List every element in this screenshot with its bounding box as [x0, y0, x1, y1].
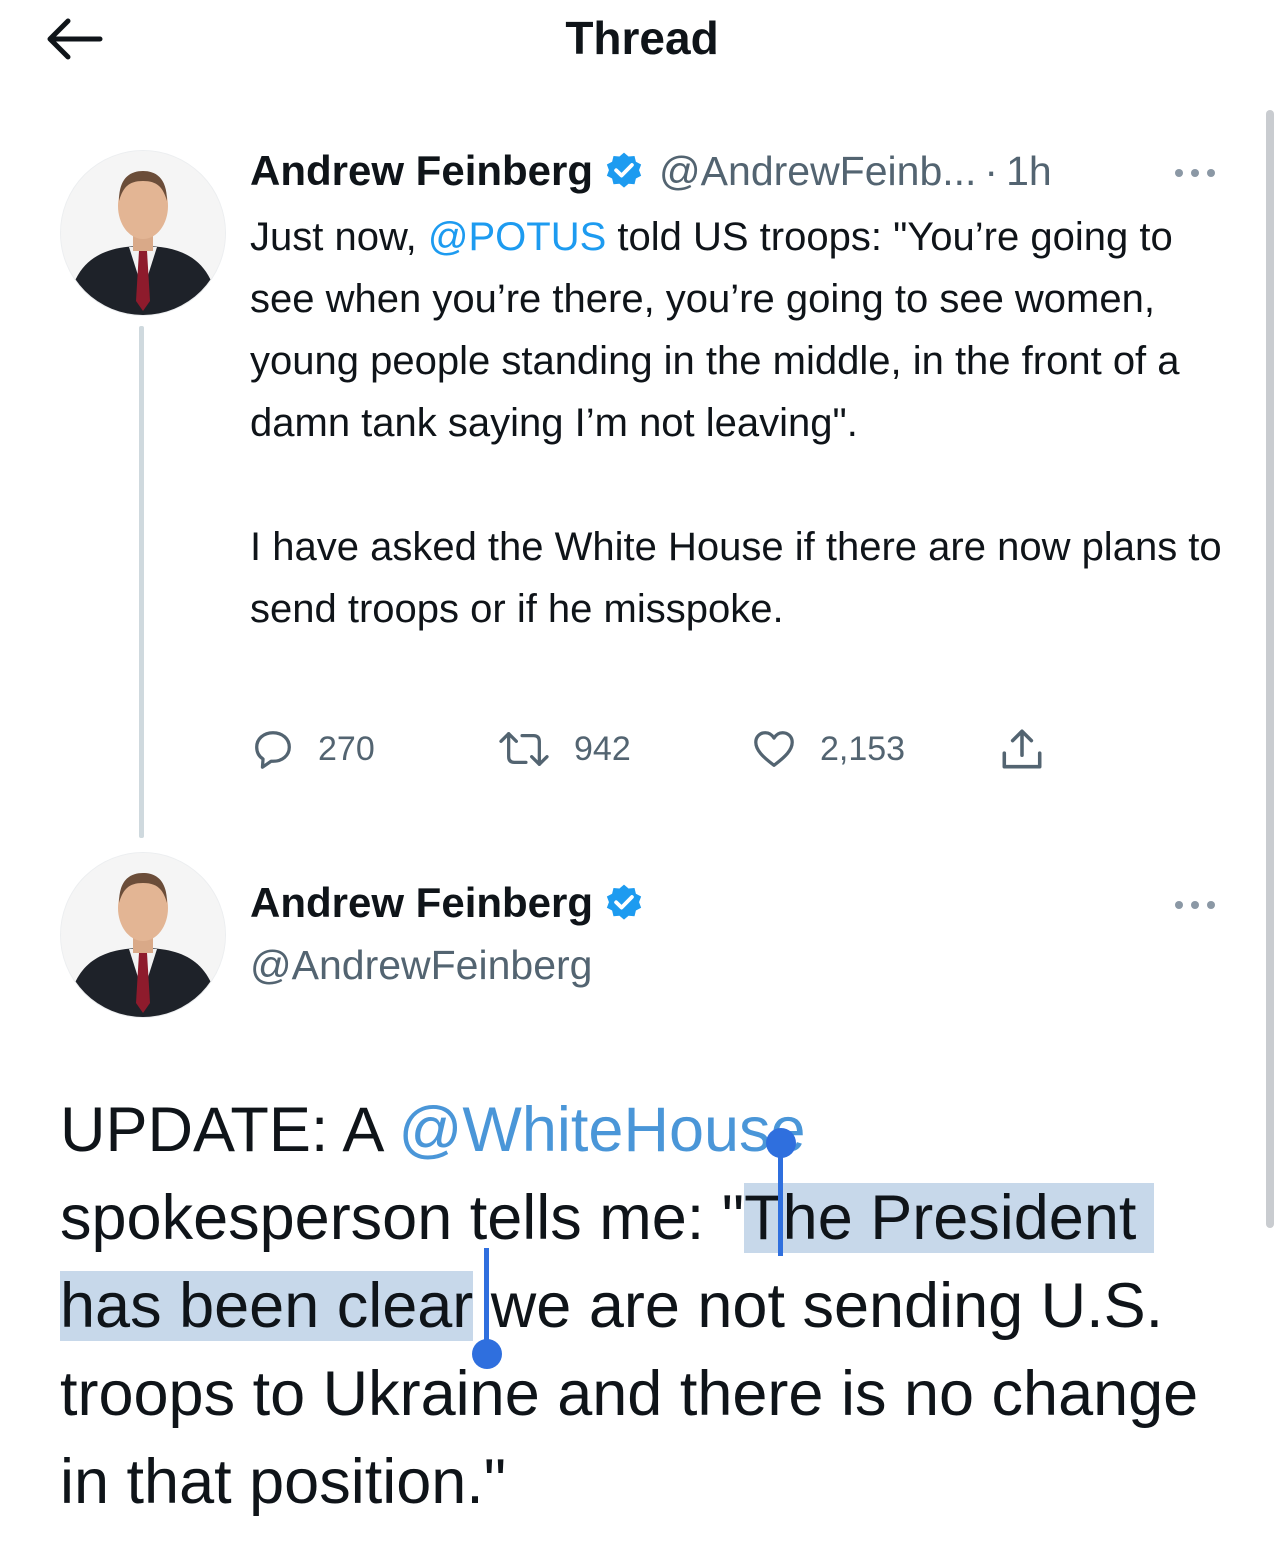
- tweet-text-part: UPDATE: A: [60, 1095, 399, 1165]
- tweet-text-part: spokesperson tells me: ": [60, 1183, 745, 1253]
- share-icon: [1002, 729, 1042, 769]
- avatar-image: [61, 853, 225, 1017]
- author-name[interactable]: Andrew Feinberg: [250, 878, 593, 928]
- tweet-2-text[interactable]: UPDATE: A @WhiteHouse spokesperson tells…: [60, 1086, 1250, 1526]
- retweet-count: 942: [574, 729, 631, 768]
- tweet-2-header: Andrew Feinberg: [250, 878, 645, 928]
- separator-dot: ·: [984, 148, 999, 194]
- tweet-text-part: Just now,: [250, 215, 428, 259]
- retweet-icon: [499, 732, 549, 766]
- thread-connector-line: [139, 326, 144, 838]
- page-title: Thread: [565, 12, 719, 64]
- selection-handle-icon: [472, 1248, 502, 1369]
- reply-icon: [255, 731, 291, 769]
- tweet-text-part: told US troops: "You’re going to see whe…: [250, 215, 1222, 631]
- tweet-1-header: Andrew Feinberg @AndrewFeinb... · 1h: [250, 146, 1052, 196]
- reply-count: 270: [318, 729, 375, 768]
- author-handle[interactable]: @AndrewFeinb...: [659, 146, 976, 196]
- mention-link[interactable]: @WhiteHouse: [398, 1095, 805, 1165]
- more-dots-icon: [1175, 901, 1215, 909]
- more-options-button[interactable]: [1172, 898, 1218, 912]
- selection-end-handle[interactable]: [470, 1248, 504, 1372]
- scrollbar[interactable]: [1266, 110, 1274, 1228]
- selection-handle-icon: [766, 1128, 796, 1256]
- mention-link[interactable]: @POTUS: [428, 215, 606, 259]
- verified-badge-icon: [606, 152, 642, 188]
- author-name[interactable]: Andrew Feinberg: [250, 146, 593, 196]
- retweet-button[interactable]: 942: [496, 724, 631, 774]
- avatar[interactable]: [60, 150, 226, 316]
- verified-badge-icon: [606, 884, 642, 920]
- more-dots-icon: [1175, 169, 1215, 177]
- more-options-button[interactable]: [1172, 166, 1218, 180]
- tweet-timestamp[interactable]: 1h: [1006, 146, 1052, 196]
- like-button[interactable]: 2,153: [750, 724, 905, 774]
- avatar-image: [61, 151, 225, 315]
- share-button[interactable]: [996, 724, 1070, 774]
- like-count: 2,153: [820, 729, 906, 768]
- author-handle[interactable]: @AndrewFeinberg: [250, 940, 592, 990]
- selection-start-handle[interactable]: [764, 1126, 798, 1256]
- reply-button[interactable]: 270: [250, 724, 375, 774]
- heart-icon: [754, 731, 794, 767]
- tweet-1-text: Just now, @POTUS told US troops: "You’re…: [250, 206, 1240, 640]
- avatar[interactable]: [60, 852, 226, 1018]
